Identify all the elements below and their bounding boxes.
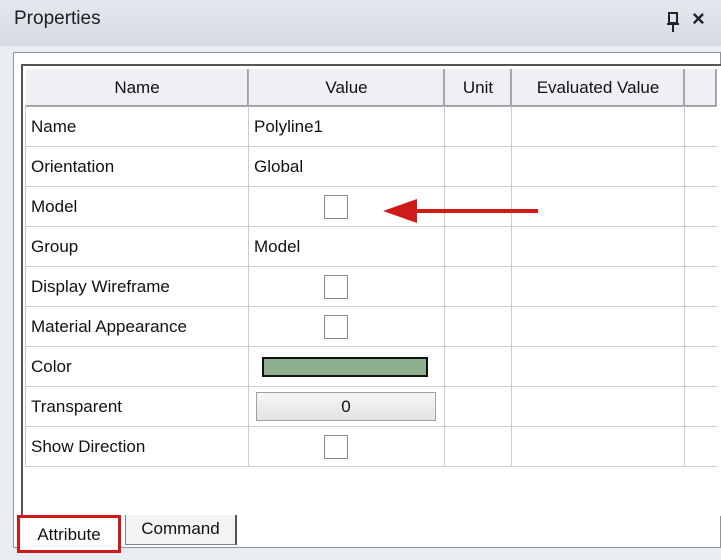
color-swatch-button[interactable] [262,356,428,377]
property-value-cell [248,346,445,387]
property-value-cell [248,426,445,467]
close-icon[interactable]: × [692,6,705,32]
row-spacer [684,226,717,267]
transparent-value-button[interactable]: 0 [256,392,436,421]
property-evaluated-value [511,146,685,187]
row-spacer [684,106,717,147]
property-evaluated-value [511,266,685,307]
property-name: Color [25,346,249,387]
property-name: Group [25,226,249,267]
property-evaluated-value [511,386,685,427]
property-unit [444,266,512,307]
column-header-evaluated-value[interactable]: Evaluated Value [511,67,685,107]
row-spacer [684,426,717,467]
row-spacer [684,146,717,187]
panel-title: Properties [14,8,101,29]
row-spacer [684,306,717,347]
table-row[interactable]: Show Direction [25,426,717,467]
property-evaluated-value [511,106,685,147]
tab-command[interactable]: Command [125,515,237,545]
property-evaluated-value [511,226,685,267]
property-unit [444,426,512,467]
property-value-cell [248,306,445,347]
pin-icon[interactable] [665,12,681,34]
panel-titlebar: Properties × [0,0,721,46]
property-name: Display Wireframe [25,266,249,307]
row-spacer [684,186,717,227]
material-appearance-checkbox[interactable] [324,314,348,339]
property-value-input[interactable]: Model [248,226,445,267]
property-value-input[interactable]: Polyline1 [248,106,445,147]
property-unit [444,386,512,427]
table-row[interactable]: Color [25,346,717,387]
property-unit [444,226,512,267]
row-spacer [684,346,717,387]
property-name: Name [25,106,249,147]
property-evaluated-value [511,426,685,467]
table-row[interactable]: Name Polyline1 [25,106,717,147]
column-header-unit[interactable]: Unit [444,67,512,107]
property-unit [444,346,512,387]
property-name: Transparent [25,386,249,427]
table-row[interactable]: Orientation Global [25,146,717,187]
table-row[interactable]: Transparent 0 [25,386,717,427]
table-row[interactable]: Model [25,186,717,227]
property-evaluated-value [511,306,685,347]
table-row[interactable]: Group Model [25,226,717,267]
column-header-name[interactable]: Name [25,67,249,107]
column-header-value[interactable]: Value [248,67,445,107]
header-row: Name Value Unit Evaluated Value [25,67,717,107]
property-name: Show Direction [25,426,249,467]
property-grid: Name Value Unit Evaluated Value Name Pol… [25,67,717,467]
property-unit [444,306,512,347]
table-row[interactable]: Display Wireframe [25,266,717,307]
row-spacer [684,386,717,427]
property-evaluated-value [511,346,685,387]
row-spacer [684,266,717,307]
column-header-spacer [684,67,717,107]
property-unit [444,106,512,147]
property-name: Model [25,186,249,227]
tab-attribute[interactable]: Attribute [17,515,121,553]
panel-tab-bar: Attribute Command [13,512,721,560]
property-name: Material Appearance [25,306,249,347]
property-value-input[interactable]: Global [248,146,445,187]
model-checkbox[interactable] [324,194,348,219]
red-arrow-icon [383,199,538,223]
display-wireframe-checkbox[interactable] [324,274,348,299]
property-value-cell: 0 [248,386,445,427]
property-value-cell [248,266,445,307]
table-row[interactable]: Material Appearance [25,306,717,347]
show-direction-checkbox[interactable] [324,434,348,459]
property-name: Orientation [25,146,249,187]
property-unit [444,146,512,187]
